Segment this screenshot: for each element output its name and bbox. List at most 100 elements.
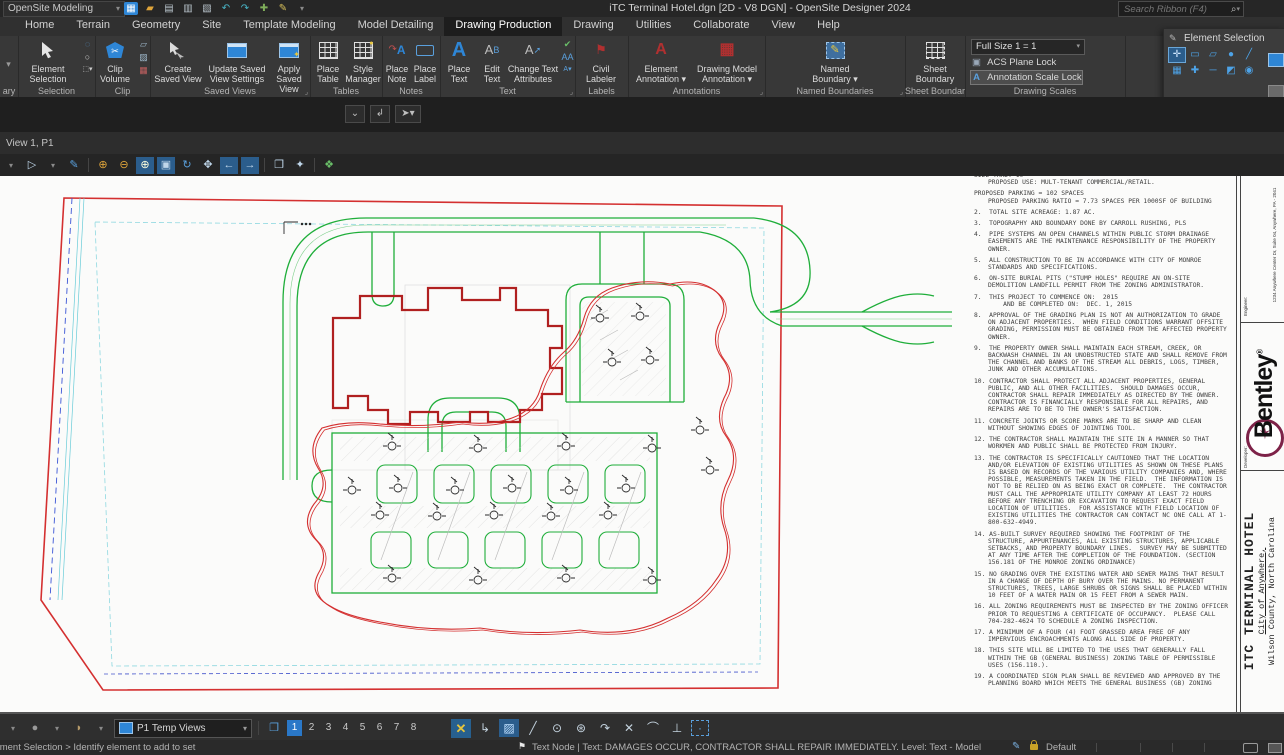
zoom-in-icon[interactable]: ⊕ (94, 157, 112, 174)
view-title-bar[interactable]: View 1, P1 (0, 132, 1284, 154)
temp-views-combo[interactable]: P1 Temp Views ▾ (114, 719, 252, 738)
text-case-icon[interactable]: AA (561, 51, 574, 63)
drawing-model-annotation-button[interactable]: ▦ Drawing Model Annotation ▾ (692, 38, 762, 84)
active-model-label[interactable]: Default (1046, 742, 1076, 753)
ribbon-tab-site[interactable]: Site (191, 17, 232, 36)
sheet-boundary-button[interactable]: Sheet Boundary (911, 38, 959, 84)
ribbon-tab-geometry[interactable]: Geometry (121, 17, 191, 36)
view-toggle-5[interactable]: 5 (355, 720, 370, 736)
view-toggle-3[interactable]: 3 (321, 720, 336, 736)
named-boundary-button[interactable]: ✎ Named Boundary ▾ (805, 38, 865, 84)
select-circle-icon[interactable]: ● (1223, 48, 1239, 62)
lock-icon[interactable] (1030, 744, 1038, 750)
ribbon-search-input[interactable] (1122, 3, 1231, 16)
select-shape-icon[interactable]: ▱ (1205, 48, 1221, 62)
snap-nearest-icon[interactable]: ╱ (523, 719, 543, 737)
civil-labeler-button[interactable]: ⚑ Civil Labeler (579, 38, 623, 84)
clay-mode-icon[interactable]: ◗ (70, 720, 88, 737)
open-file-icon[interactable]: ▰ (143, 2, 157, 15)
style-manager-button[interactable]: ● Style Manager (345, 38, 381, 84)
place-table-button[interactable]: Place Table (311, 38, 345, 84)
acs-plane-lock-toggle[interactable]: ▣ ACS Plane Lock (971, 56, 1056, 69)
print-icon[interactable]: ▧ (200, 2, 214, 15)
clip-forward-icon[interactable]: ▨ (137, 51, 150, 63)
annotations-dialog-launcher-icon[interactable]: ⌟ (760, 88, 763, 96)
view-toggle-6[interactable]: 6 (372, 720, 387, 736)
selection-mode-rect-icon[interactable]: ⬚▾ (81, 64, 94, 76)
view-toggle-1[interactable]: 1 (287, 720, 302, 736)
element-selection-button[interactable]: Element Selection (20, 38, 76, 84)
saved-views-dialog-launcher-icon[interactable]: ⌟ (305, 88, 308, 96)
app-menu-icon[interactable]: ▦ (124, 2, 138, 15)
ribbon-tab-drawing[interactable]: Drawing (562, 17, 624, 36)
subtract-selection-icon[interactable]: ─ (1205, 64, 1221, 78)
view-toggle-4[interactable]: 4 (338, 720, 353, 736)
element-annotation-button[interactable]: A Element Annotation ▾ (630, 38, 692, 84)
ribbon-tab-terrain[interactable]: Terrain (65, 17, 121, 36)
apply-checkbox-icon[interactable]: ⌄ (345, 105, 365, 123)
edit-text-button[interactable]: AB Edit Text (477, 38, 507, 84)
pan-view-icon[interactable]: ✥ (199, 157, 217, 174)
ribbon-tab-collaborate[interactable]: Collaborate (682, 17, 760, 36)
view-1-canvas[interactable]: SIDE YARD: 10 PROPOSED USE: MULT-TENANT … (0, 176, 1284, 712)
display-rule-dropdown-icon[interactable]: ▾ (48, 720, 66, 737)
view-previous-icon[interactable]: ← (220, 157, 238, 174)
customize-qat-icon[interactable]: ▾ (295, 2, 309, 15)
selection-mode-shape-icon[interactable]: ○ (81, 51, 94, 63)
chevron-down-icon[interactable]: ▾ (4, 720, 22, 737)
snap-keypoint-icon[interactable]: ⊙ (547, 719, 567, 737)
save-icon[interactable]: ▤ (162, 2, 176, 15)
return-snap-icon[interactable]: ↲ (370, 105, 390, 123)
ribbon-search[interactable]: ⌕ ▾ (1118, 1, 1244, 17)
ribbon-tab-view[interactable]: View (760, 17, 806, 36)
update-saved-view-button[interactable]: Update Saved View Settings (206, 38, 268, 84)
display-style-dropdown-icon[interactable]: ▾ (44, 157, 62, 174)
view-groups-icon[interactable]: ❐ (265, 720, 283, 737)
window-area-icon[interactable]: ⊕ (136, 157, 154, 174)
explorer-icon[interactable]: ✚ (257, 2, 271, 15)
display-rule-icon[interactable]: ● (26, 720, 44, 737)
annotation-scale-lock-toggle[interactable]: A Annotation Scale Lock (971, 71, 1082, 84)
snap-perpendicular-icon[interactable]: ⊥ (667, 719, 687, 737)
select-move-icon[interactable]: ✛ (1169, 48, 1185, 62)
drawing-scale-select[interactable]: Full Size 1 = 1 ▾ (971, 39, 1085, 55)
view-toggle-2[interactable]: 2 (304, 720, 319, 736)
add-selection-icon[interactable]: ✚ (1187, 64, 1203, 78)
copy-view-icon[interactable]: ❐ (270, 157, 288, 174)
clear-selection-icon[interactable]: ◉ (1241, 64, 1257, 78)
select-all-icon[interactable]: ▦ (1169, 64, 1185, 78)
clay-mode-dropdown-icon[interactable]: ▾ (92, 720, 110, 737)
ribbon-tab-utilities[interactable]: Utilities (625, 17, 682, 36)
edit-mode-pencil-icon[interactable]: ✎ (1012, 741, 1020, 752)
view-toggle-8[interactable]: 8 (406, 720, 421, 736)
view-attributes-icon[interactable]: ✦ (291, 157, 309, 174)
snap-center-icon[interactable]: ↷ (595, 719, 615, 737)
place-note-button[interactable]: ↷A Place Note (383, 38, 411, 84)
change-text-attributes-button[interactable]: A➚ Change Text Attributes (507, 38, 559, 84)
properties-icon[interactable]: ✎ (276, 2, 290, 15)
text-check-icon[interactable]: ✔ (561, 38, 574, 50)
snap-grid-icon[interactable]: ▨ (499, 719, 519, 737)
clip-delete-icon[interactable]: ▦ (137, 64, 150, 76)
display-style-icon[interactable]: ▷ (23, 157, 41, 174)
pointer-mode-icon[interactable]: ➤▾ (395, 105, 421, 123)
workflow-selector[interactable]: OpenSite Modeling ▾ (3, 1, 125, 17)
text-more-icon[interactable]: A▾ (561, 64, 574, 76)
view-next-icon[interactable]: → (241, 157, 259, 174)
snap-tangent-icon[interactable]: ⌒ (643, 719, 663, 737)
select-rectangle-icon[interactable]: ▭ (1187, 48, 1203, 62)
invert-selection-icon[interactable]: ◩ (1223, 64, 1239, 78)
view-menu-icon[interactable]: ▾ (2, 157, 20, 174)
place-label-button[interactable]: Place Label (411, 38, 439, 84)
snap-multi-icon[interactable]: · (691, 720, 709, 736)
ribbon-tab-drawing-production[interactable]: Drawing Production (444, 17, 562, 36)
ribbon-tab-template-modeling[interactable]: Template Modeling (232, 17, 346, 36)
place-text-button[interactable]: A Place Text (441, 38, 477, 84)
named-boundaries-dialog-launcher-icon[interactable]: ⌟ (900, 88, 903, 96)
notifications-icon[interactable] (1243, 743, 1258, 753)
selection-set-icon[interactable] (1268, 743, 1282, 753)
view-toggle-7[interactable]: 7 (389, 720, 404, 736)
snap-intersection-icon[interactable]: ✕ (619, 719, 639, 737)
text-dialog-launcher-icon[interactable]: ⌟ (570, 88, 573, 96)
redo-icon[interactable]: ↷ (238, 2, 252, 15)
